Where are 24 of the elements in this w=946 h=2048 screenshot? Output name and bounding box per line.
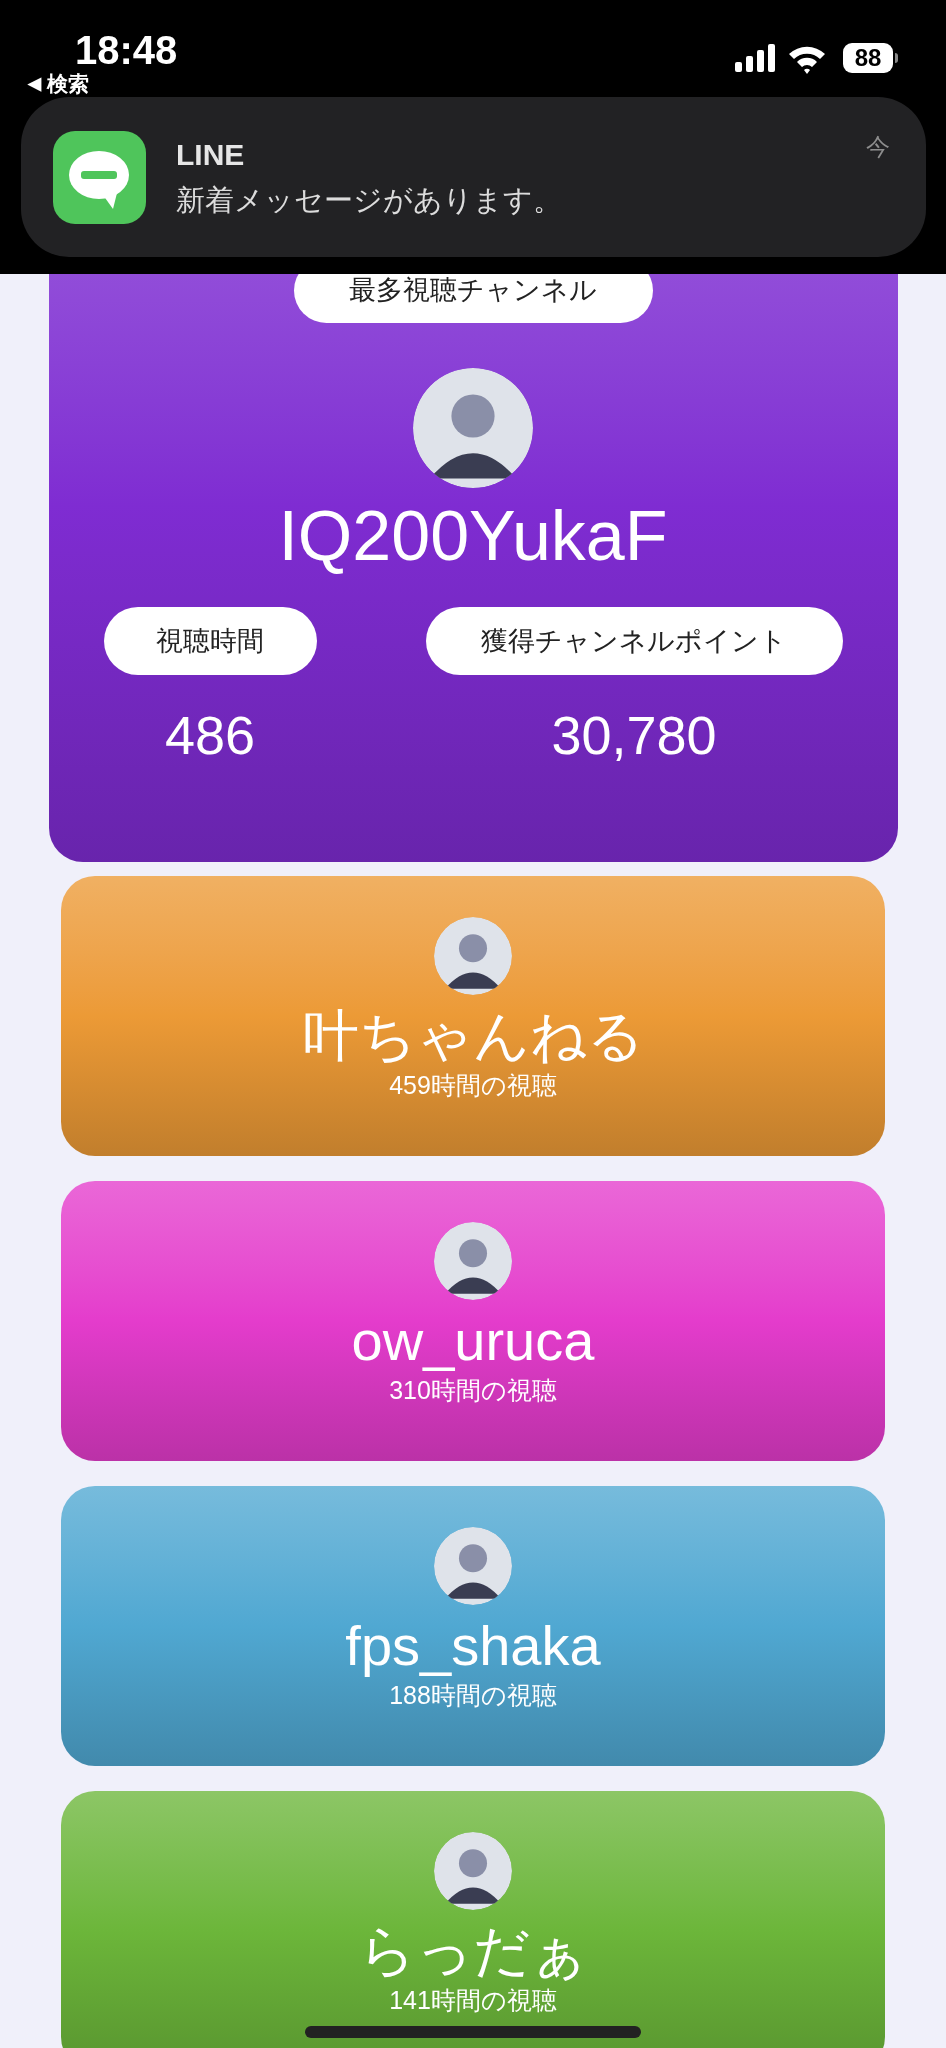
app-name: LINE xyxy=(176,136,246,173)
stat-label: 獲得チャンネルポイント xyxy=(425,607,843,675)
stat-value: 486 xyxy=(164,704,256,767)
chat-bubble-icon xyxy=(53,130,146,224)
watch-hours: 310時間の視聴 xyxy=(389,1376,557,1404)
channel-name: fps_shaka xyxy=(345,1615,601,1677)
back-link[interactable]: ◀ 検索 xyxy=(28,72,89,96)
watch-hours: 188時間の視聴 xyxy=(389,1681,557,1709)
notification-time: 今 xyxy=(866,132,890,162)
notification-message: 新着メッセージがあります。 xyxy=(176,182,563,218)
battery-icon: 88 xyxy=(843,43,893,73)
channel-name: 叶ちゃんねる xyxy=(302,1005,644,1067)
watch-hours: 459時間の視聴 xyxy=(389,1071,557,1099)
wifi-icon xyxy=(787,44,827,74)
channel-name: ow_uruca xyxy=(351,1310,595,1372)
stat-value: 30,780 xyxy=(551,704,717,767)
channel-name: らっだぁ xyxy=(359,1920,587,1982)
back-icon: ◀ xyxy=(28,72,41,96)
signal-icon xyxy=(735,44,775,72)
notification-banner[interactable]: LINE 新着メッセージがあります。 今 xyxy=(21,97,926,257)
channel-name: IQ200YukaF xyxy=(278,496,668,577)
watch-hours: 141時間の視聴 xyxy=(389,1986,557,2014)
clock: 18:48 xyxy=(75,27,178,73)
stat-label: 視聴時間 xyxy=(103,607,317,675)
